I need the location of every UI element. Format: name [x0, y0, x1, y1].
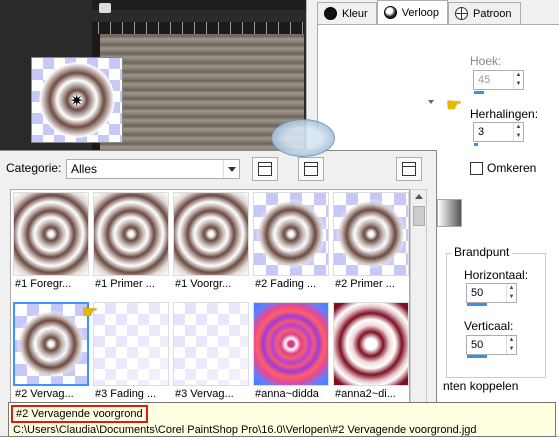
repeats-slider[interactable]	[474, 143, 478, 146]
gradient-picker-panel: Categorie: Alles #1 Foregr... #1 Primer …	[0, 150, 437, 437]
gradient-caption: #3 Vervag...	[175, 388, 234, 400]
gradient-item[interactable]: #1 Voorgr...	[173, 192, 249, 292]
horizontal-slider[interactable]	[467, 303, 487, 306]
up-icon[interactable]: ▲	[507, 336, 516, 345]
grid-view-button[interactable]	[396, 157, 422, 181]
vertical-stepper[interactable]: 50 ▲ ▼	[466, 335, 517, 355]
tab-kleur[interactable]: Kleur	[317, 2, 377, 24]
focal-star-icon: ✷	[70, 93, 84, 110]
gradient-caption: #1 Foregr...	[15, 278, 72, 290]
hand-pointer-icon: ☛	[82, 302, 99, 322]
hand-pointer-icon: ☛	[446, 95, 463, 115]
down-icon[interactable]: ▼	[514, 132, 523, 141]
up-icon[interactable]: ▲	[514, 71, 523, 80]
gradient-item[interactable]: #2 Fading ...	[253, 192, 329, 292]
watermark-logo	[271, 119, 335, 157]
gradient-caption: #1 Voorgr...	[175, 278, 232, 290]
grid-icon	[402, 162, 416, 176]
horizontal-stepper[interactable]: 50 ▲ ▼	[466, 283, 517, 303]
down-icon[interactable]: ▼	[507, 345, 516, 354]
invert-checkbox[interactable]	[470, 162, 483, 175]
gradient-thumbnail	[253, 302, 329, 386]
gradient-caption: #anna~didda	[255, 388, 319, 400]
gradient-thumbnail	[253, 192, 329, 276]
gradient-thumbnail-grid: #1 Foregr... #1 Primer ... #1 Voorgr... …	[10, 189, 410, 437]
focal-point-title: Brandpunt	[451, 245, 513, 259]
gradient-item[interactable]: #1 Primer ...	[93, 192, 169, 292]
vertical-value: 50	[471, 339, 484, 351]
up-icon[interactable]: ▲	[507, 284, 516, 293]
tooltip-name: #2 Vervagende voorgrond	[11, 405, 148, 423]
down-icon[interactable]: ▼	[514, 80, 523, 89]
view-options-button[interactable]	[252, 157, 278, 181]
invert-label: Omkeren	[487, 161, 537, 175]
gradient-thumbnail	[173, 192, 249, 276]
gradient-caption: #2 Vervag...	[15, 388, 74, 400]
chevron-down-icon	[223, 160, 239, 178]
preview-dropdown-arrow-icon[interactable]	[428, 100, 434, 104]
repeats-label: Herhalingen:	[470, 107, 539, 121]
gradient-thumbnail	[13, 192, 89, 276]
gradient-icon	[383, 6, 397, 19]
horizontal-value: 50	[471, 287, 484, 299]
repeats-stepper[interactable]: 3 ▲ ▼	[473, 122, 524, 142]
repeats-value: 3	[478, 126, 485, 138]
gradient-item[interactable]: #anna~didda	[253, 302, 329, 402]
gradient-caption: #anna2~di...	[335, 388, 396, 400]
gradient-caption: #3 Fading ...	[95, 388, 157, 400]
angle-stepper[interactable]: 45 ▲ ▼	[473, 70, 524, 90]
link-label: nten koppelen	[443, 379, 519, 393]
gradient-caption: #1 Primer ...	[95, 278, 155, 290]
category-value: Alles	[71, 162, 98, 176]
angle-value: 45	[478, 74, 491, 86]
category-dropdown[interactable]: Alles	[66, 159, 240, 179]
gradient-tooltip: #2 Vervagende voorgrond C:\Users\Claudia…	[8, 402, 556, 437]
vertical-label: Verticaal:	[464, 319, 514, 333]
horizontal-ruler	[98, 22, 304, 34]
gradient-item[interactable]: #anna2~di...	[333, 302, 409, 402]
camera-icon	[99, 3, 111, 13]
window-icon	[258, 162, 272, 176]
angle-slider[interactable]	[474, 91, 484, 94]
gradient-preview-button[interactable]: ✷	[31, 57, 123, 143]
horizontal-label: Horizontaal:	[464, 268, 529, 282]
category-label: Categorie:	[6, 161, 62, 175]
pattern-icon	[455, 7, 468, 20]
gradient-thumbnail	[93, 302, 169, 386]
gradient-thumbnail	[173, 302, 249, 386]
tab-bar: Kleur Verloop Patroon	[317, 0, 521, 24]
gradient-caption: #2 Primer ...	[335, 278, 395, 290]
tab-label: Kleur	[342, 7, 368, 20]
vertical-slider[interactable]	[467, 355, 487, 358]
angle-label: Hoek:	[470, 54, 502, 68]
gradient-thumbnail	[333, 302, 409, 386]
gradient-caption: #2 Fading ...	[255, 278, 317, 290]
open-folder-button[interactable]	[298, 157, 324, 181]
gradient-thumbnail	[13, 302, 89, 386]
up-icon[interactable]: ▲	[514, 123, 523, 132]
tab-label: Verloop	[401, 6, 439, 19]
tab-patroon[interactable]: Patroon	[448, 2, 521, 24]
gradient-item-selected[interactable]: #2 Vervag...	[13, 302, 89, 402]
down-icon[interactable]: ▼	[507, 293, 516, 302]
color-icon	[324, 7, 337, 20]
tooltip-path: C:\Users\Claudia\Documents\Corel PaintSh…	[13, 424, 477, 436]
grid-scrollbar[interactable]	[410, 189, 427, 437]
folder-icon	[304, 162, 318, 176]
style-swatch-button[interactable]	[437, 199, 462, 227]
gradient-item[interactable]: #2 Primer ...	[333, 192, 409, 292]
gradient-thumbnail	[93, 192, 169, 276]
canvas-title-bar	[92, 0, 306, 10]
gradient-item[interactable]: #3 Fading ...	[93, 302, 169, 402]
gradient-item[interactable]: #1 Foregr...	[13, 192, 89, 292]
tab-verloop[interactable]: Verloop	[376, 0, 448, 24]
scrollbar-thumb[interactable]	[413, 206, 425, 226]
tab-label: Patroon	[473, 7, 512, 20]
gradient-thumbnail	[333, 192, 409, 276]
gradient-item[interactable]: #3 Vervag...	[173, 302, 249, 402]
